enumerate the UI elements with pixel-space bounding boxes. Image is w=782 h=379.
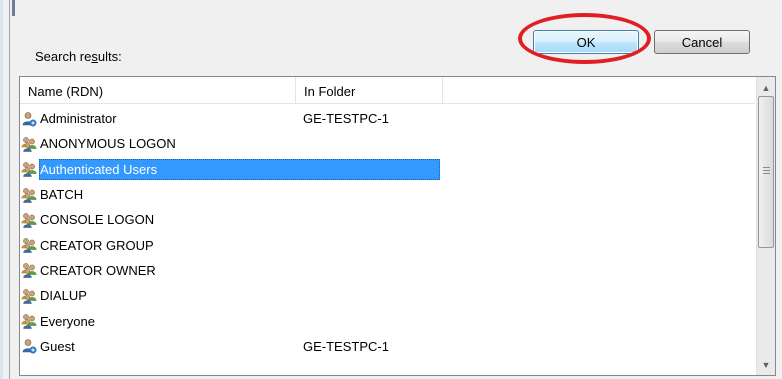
- list-header: Name (RDN) In Folder: [20, 77, 755, 104]
- group-icon: [21, 212, 37, 228]
- list-row[interactable]: CONSOLE LOGON: [20, 207, 755, 232]
- group-icon: [21, 237, 37, 253]
- group-icon: [21, 313, 37, 329]
- row-name-label: Authenticated Users: [40, 161, 158, 177]
- group-icon: [21, 187, 37, 203]
- list-row[interactable]: Administrator GE-TESTPC-1: [20, 106, 755, 131]
- vertical-scrollbar[interactable]: ▲ ▼: [756, 77, 775, 375]
- scroll-up-arrow-icon[interactable]: ▲: [757, 79, 775, 96]
- cell-name: DIALUP: [20, 283, 87, 308]
- cell-in-folder: GE-TESTPC-1: [303, 338, 389, 354]
- user-icon: [21, 338, 37, 354]
- list-row[interactable]: ANONYMOUS LOGON: [20, 131, 755, 156]
- group-icon: [21, 136, 37, 152]
- cell-name: Guest: [20, 334, 75, 359]
- scroll-down-arrow-icon[interactable]: ▼: [757, 356, 775, 373]
- cell-name: CREATOR OWNER: [20, 258, 156, 283]
- user-icon: [21, 111, 37, 127]
- scrollbar-thumb[interactable]: [758, 96, 774, 248]
- list-rows: Administrator GE-TESTPC-1 ANONYMOUS LOGON A…: [20, 106, 755, 359]
- cell-in-folder: GE-TESTPC-1: [303, 111, 389, 127]
- row-name-label: ANONYMOUS LOGON: [40, 136, 176, 152]
- row-name-label: CREATOR OWNER: [40, 262, 156, 278]
- cell-name: CREATOR GROUP: [20, 232, 154, 257]
- list-row[interactable]: CREATOR OWNER: [20, 258, 755, 283]
- column-header-name[interactable]: Name (RDN): [20, 77, 296, 103]
- list-row[interactable]: BATCH: [20, 182, 755, 207]
- window-edge-mark: [12, 0, 15, 16]
- cancel-button[interactable]: Cancel: [654, 30, 750, 54]
- cell-name: Administrator: [20, 106, 117, 131]
- row-name-label: CREATOR GROUP: [40, 237, 154, 253]
- search-results-label-part: Search re: [35, 49, 92, 64]
- list-row[interactable]: Everyone: [20, 308, 755, 333]
- list-row[interactable]: DIALUP: [20, 283, 755, 308]
- thumb-grip-line: [763, 167, 770, 168]
- group-icon: [21, 262, 37, 279]
- search-results-list[interactable]: Name (RDN) In Folder Administrator GE-TES…: [19, 76, 776, 376]
- row-name-label: CONSOLE LOGON: [40, 212, 155, 228]
- cell-name: BATCH: [20, 182, 83, 207]
- window-edge: [0, 0, 12, 379]
- cell-name: ANONYMOUS LOGON: [20, 131, 176, 156]
- row-name-label: Administrator: [40, 111, 117, 127]
- search-results-label-part: ults:: [97, 49, 122, 64]
- group-icon: [21, 161, 37, 177]
- list-row[interactable]: Authenticated Users: [20, 157, 755, 182]
- row-name-label: Guest: [40, 338, 75, 354]
- thumb-grip-line: [763, 170, 770, 171]
- group-icon: [21, 288, 37, 304]
- column-header-in-folder[interactable]: In Folder: [296, 77, 443, 103]
- ok-button[interactable]: OK: [533, 30, 639, 54]
- list-row[interactable]: Guest GE-TESTPC-1: [20, 334, 755, 359]
- cell-name: CONSOLE LOGON: [20, 207, 154, 232]
- row-name-label: DIALUP: [40, 288, 87, 304]
- list-row[interactable]: CREATOR GROUP: [20, 232, 755, 257]
- cell-name: Authenticated Users: [20, 157, 158, 182]
- thumb-grip-line: [763, 173, 770, 174]
- row-name-label: Everyone: [40, 313, 95, 329]
- search-results-label: Search results:: [35, 49, 122, 64]
- row-name-label: BATCH: [40, 187, 84, 203]
- cell-name: Everyone: [20, 308, 95, 333]
